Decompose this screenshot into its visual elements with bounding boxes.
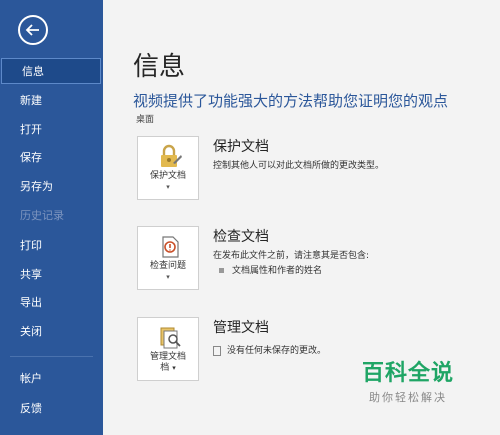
- check-for-issues-button[interactable]: 检查问题 ▾: [137, 226, 199, 290]
- manage-document-button[interactable]: 管理文档 档 ▾: [137, 317, 199, 381]
- document-title[interactable]: 视频提供了功能强大的方法帮助您证明您的观点: [133, 90, 448, 111]
- backstage-sidebar: 信息 新建 打开 保存 另存为 历史记录 打印 共享 导出 关闭 帐户 反馈: [0, 0, 103, 435]
- check-for-issues-label: 检查问题: [149, 261, 186, 271]
- chevron-down-icon: ▾: [166, 183, 170, 191]
- inspect-bullet-item: 文档属性和作者的姓名: [219, 263, 322, 276]
- inspect-document-icon: [162, 236, 179, 258]
- document-location[interactable]: 桌面: [136, 112, 154, 125]
- nav-item-save[interactable]: 保存: [0, 145, 103, 171]
- chevron-down-icon: ▾: [172, 364, 176, 372]
- manage-section-description: 没有任何未保存的更改。: [213, 343, 326, 356]
- manage-document-label-line2: 档 ▾: [160, 363, 176, 373]
- page-title: 信息: [133, 52, 186, 82]
- inspect-section-title: 检查文档: [213, 229, 269, 245]
- nav-item-account[interactable]: 帐户: [0, 366, 103, 392]
- manage-section-title: 管理文档: [213, 320, 269, 336]
- manage-document-icon: [160, 327, 181, 349]
- nav-item-export[interactable]: 导出: [0, 290, 103, 316]
- nav-item-feedback[interactable]: 反馈: [0, 396, 103, 422]
- nav-item-save-as[interactable]: 另存为: [0, 174, 103, 200]
- watermark: 百科全说 助你轻松解决: [348, 355, 468, 415]
- sidebar-divider: [10, 356, 93, 357]
- nav-item-new[interactable]: 新建: [0, 88, 103, 114]
- inspect-bullet-text: 文档属性和作者的姓名: [232, 266, 323, 276]
- protect-section-title: 保护文档: [213, 139, 269, 155]
- nav-item-info[interactable]: 信息: [1, 58, 101, 84]
- nav-item-share[interactable]: 共享: [0, 262, 103, 288]
- watermark-title: 百科全说: [361, 361, 454, 386]
- inspect-section-description: 在发布此文件之前，请注意其是否包含:: [213, 251, 370, 261]
- lock-icon: [161, 144, 182, 167]
- manage-document-label: 管理文档: [149, 352, 186, 362]
- nav-item-close[interactable]: 关闭: [0, 319, 103, 345]
- chevron-down-icon: ▾: [166, 273, 170, 281]
- nav-item-print[interactable]: 打印: [0, 233, 103, 259]
- document-icon: [213, 345, 221, 356]
- bullet-square-icon: [219, 268, 224, 273]
- protect-section-description: 控制其他人可以对此文档所做的更改类型。: [213, 161, 385, 171]
- arrow-left-icon: [25, 24, 39, 36]
- nav-item-history: 历史记录: [20, 209, 64, 222]
- back-button[interactable]: [18, 15, 48, 45]
- protect-document-label: 保护文档: [149, 171, 186, 181]
- watermark-subtitle: 助你轻松解决: [369, 391, 447, 404]
- protect-document-button[interactable]: 保护文档 ▾: [137, 136, 199, 200]
- nav-item-open[interactable]: 打开: [0, 117, 103, 143]
